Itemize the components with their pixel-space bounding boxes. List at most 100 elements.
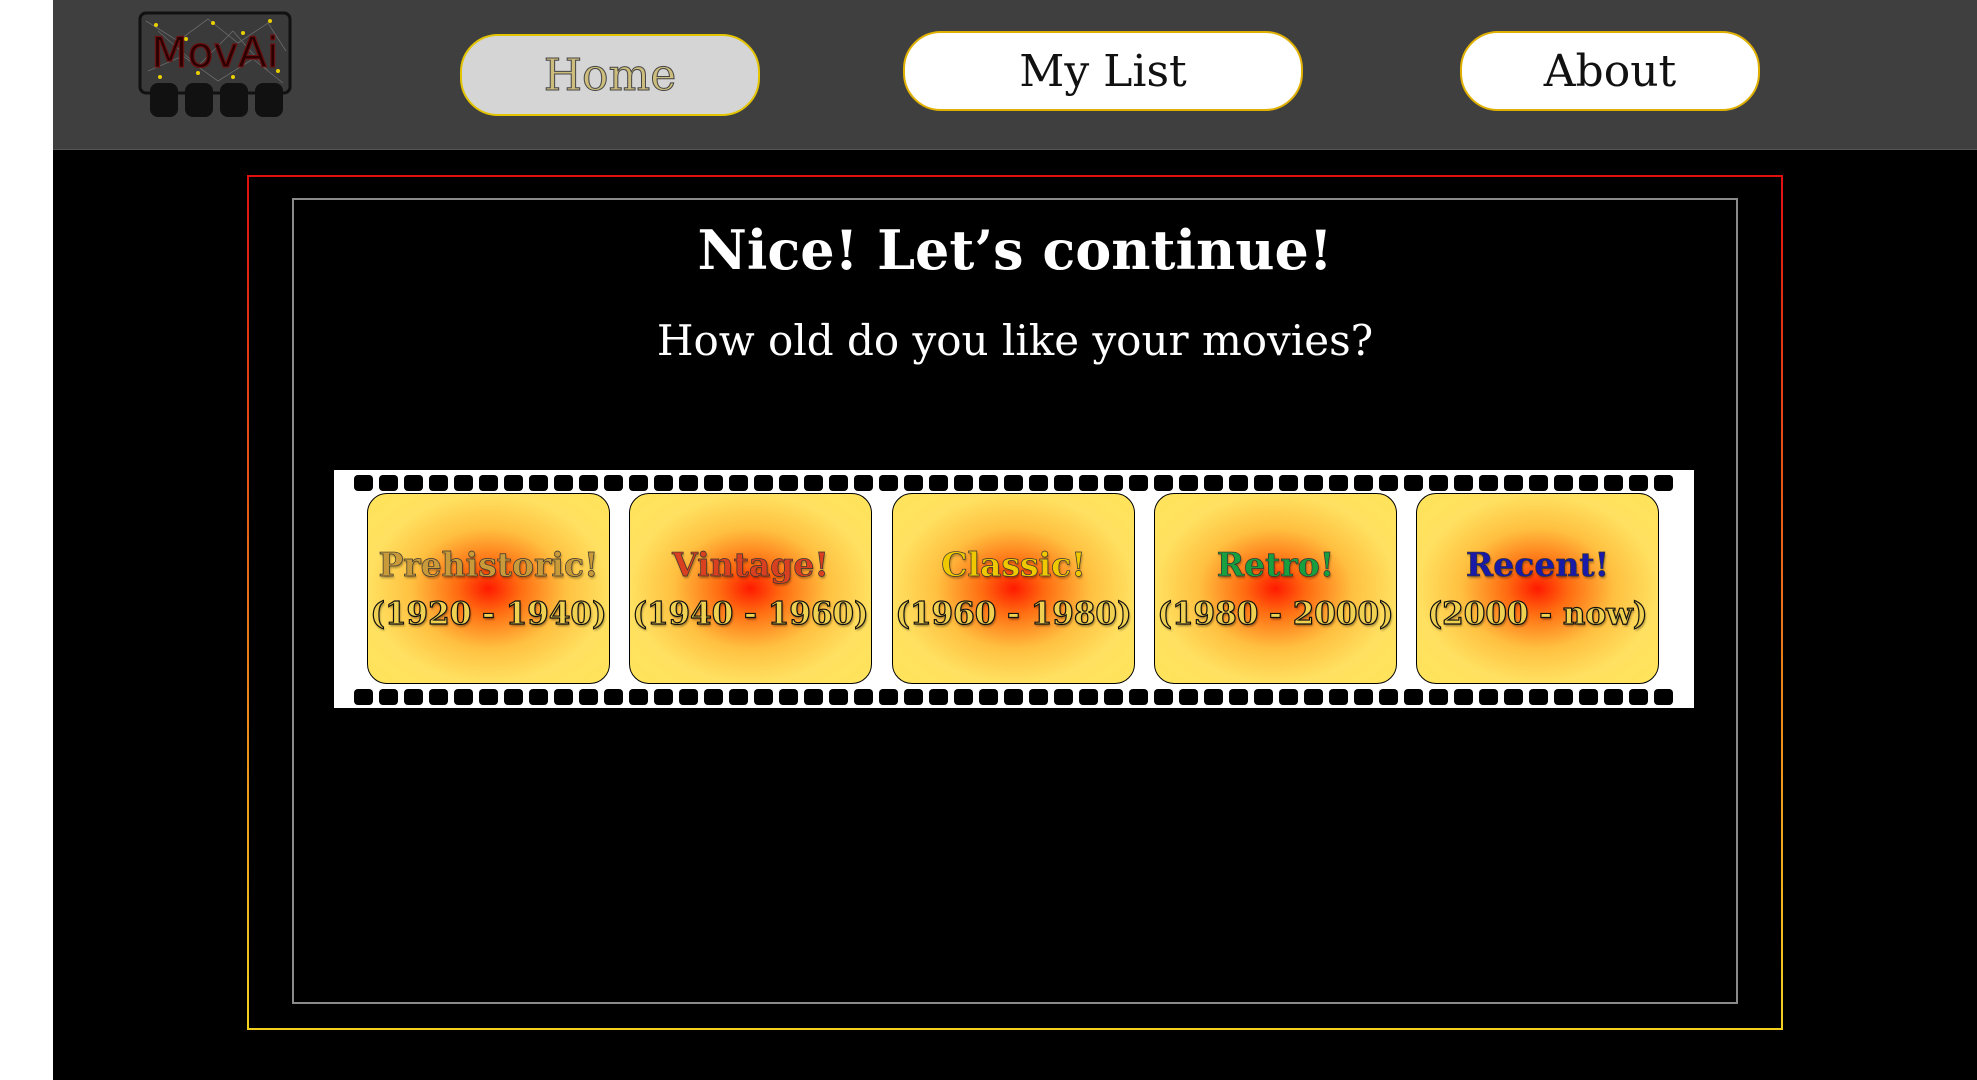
film-perforation (1579, 689, 1598, 705)
film-perforation (979, 475, 998, 491)
film-strip: Prehistoric! (1920 - 1940) Vintage! (194… (334, 470, 1694, 708)
film-perforation (1629, 475, 1648, 491)
film-perforation (679, 475, 698, 491)
film-perforation (1129, 689, 1148, 705)
era-card-prehistoric[interactable]: Prehistoric! (1920 - 1940) (367, 493, 610, 684)
film-perforation (829, 689, 848, 705)
film-perforation (729, 475, 748, 491)
logo-text: MovAi (151, 28, 278, 77)
film-perforation (1304, 689, 1323, 705)
film-perforation (1554, 475, 1573, 491)
film-perforation (354, 689, 373, 705)
film-perforation (1204, 689, 1223, 705)
film-perforation (1379, 475, 1398, 491)
era-name: Classic! (941, 545, 1086, 585)
film-perforation (954, 475, 973, 491)
era-range: (1980 - 2000) (1157, 595, 1395, 632)
film-perforation (529, 475, 548, 491)
film-perforation (1204, 475, 1223, 491)
film-perforation (979, 689, 998, 705)
film-perforation (354, 475, 373, 491)
film-perforation (504, 475, 523, 491)
logo-graphic: MovAi (138, 11, 292, 117)
film-perforation (1079, 475, 1098, 491)
film-perforation (1179, 689, 1198, 705)
film-perforation (779, 475, 798, 491)
film-perforation (579, 475, 598, 491)
page-question: How old do you like your movies? (656, 316, 1374, 365)
nav-my-list-button[interactable]: My List (903, 31, 1303, 111)
film-perforation (1554, 689, 1573, 705)
film-perforation (1154, 475, 1173, 491)
film-perforation (1629, 689, 1648, 705)
film-perforation (1054, 475, 1073, 491)
film-perforation (604, 475, 623, 491)
film-perforation (1104, 475, 1123, 491)
film-perforation (854, 475, 873, 491)
era-card-vintage[interactable]: Vintage! (1940 - 1960) (629, 493, 872, 684)
film-perforation (904, 689, 923, 705)
era-card-classic[interactable]: Classic! (1960 - 1980) (892, 493, 1135, 684)
era-name: Retro! (1216, 545, 1335, 585)
film-perforation (1229, 689, 1248, 705)
film-perforation (829, 475, 848, 491)
film-perforation (729, 689, 748, 705)
film-perforation (1279, 475, 1298, 491)
film-perforation (1329, 475, 1348, 491)
film-perforation (1054, 689, 1073, 705)
film-perforation (679, 689, 698, 705)
film-perforation (1479, 689, 1498, 705)
film-perforation (1004, 475, 1023, 491)
film-perforation (1429, 475, 1448, 491)
app-root: MovAi Home My List About Nice! Let’s con… (53, 0, 1977, 1080)
era-card-retro[interactable]: Retro! (1980 - 2000) (1154, 493, 1397, 684)
film-perforation (1454, 689, 1473, 705)
film-perforation (1079, 689, 1098, 705)
film-perforation (1229, 475, 1248, 491)
film-perforation (1029, 475, 1048, 491)
film-perforation (779, 689, 798, 705)
film-perforation (804, 689, 823, 705)
header-bar: MovAi Home My List About (53, 0, 1977, 150)
film-perforation (1154, 689, 1173, 705)
film-perforation (429, 475, 448, 491)
film-perforation (1654, 475, 1673, 491)
film-perforation (404, 689, 423, 705)
film-perforation (1454, 475, 1473, 491)
era-card-recent[interactable]: Recent! (2000 - now) (1416, 493, 1659, 684)
film-perforation (379, 475, 398, 491)
film-perforation (579, 689, 598, 705)
film-perforation (804, 475, 823, 491)
film-perforation (1654, 689, 1673, 705)
film-perforation (654, 475, 673, 491)
film-perforation (604, 689, 623, 705)
film-perforation (554, 689, 573, 705)
era-range: (1940 - 1960) (632, 595, 870, 632)
nav-home-button[interactable]: Home (460, 34, 760, 116)
film-perforation (479, 689, 498, 705)
film-perforation (1379, 689, 1398, 705)
era-range: (2000 - now) (1427, 595, 1648, 632)
film-perforations-bottom (354, 689, 1674, 705)
film-perforation (379, 689, 398, 705)
movai-logo[interactable]: MovAi (138, 11, 292, 141)
film-perforation (1329, 689, 1348, 705)
film-perforation (1254, 475, 1273, 491)
film-perforation (1029, 689, 1048, 705)
film-perforation (1604, 689, 1623, 705)
nav-about-button[interactable]: About (1460, 31, 1760, 111)
film-perforation (929, 689, 948, 705)
film-perforation (1404, 689, 1423, 705)
film-perforation (504, 689, 523, 705)
film-perforation (1104, 689, 1123, 705)
film-perforation (654, 689, 673, 705)
film-perforation (1504, 689, 1523, 705)
film-perforation (554, 475, 573, 491)
film-perforation (1404, 475, 1423, 491)
era-name: Prehistoric! (378, 545, 599, 585)
film-perforation (754, 689, 773, 705)
film-perforation (704, 689, 723, 705)
film-perforation (704, 475, 723, 491)
film-perforation (404, 475, 423, 491)
film-perforation (1479, 475, 1498, 491)
